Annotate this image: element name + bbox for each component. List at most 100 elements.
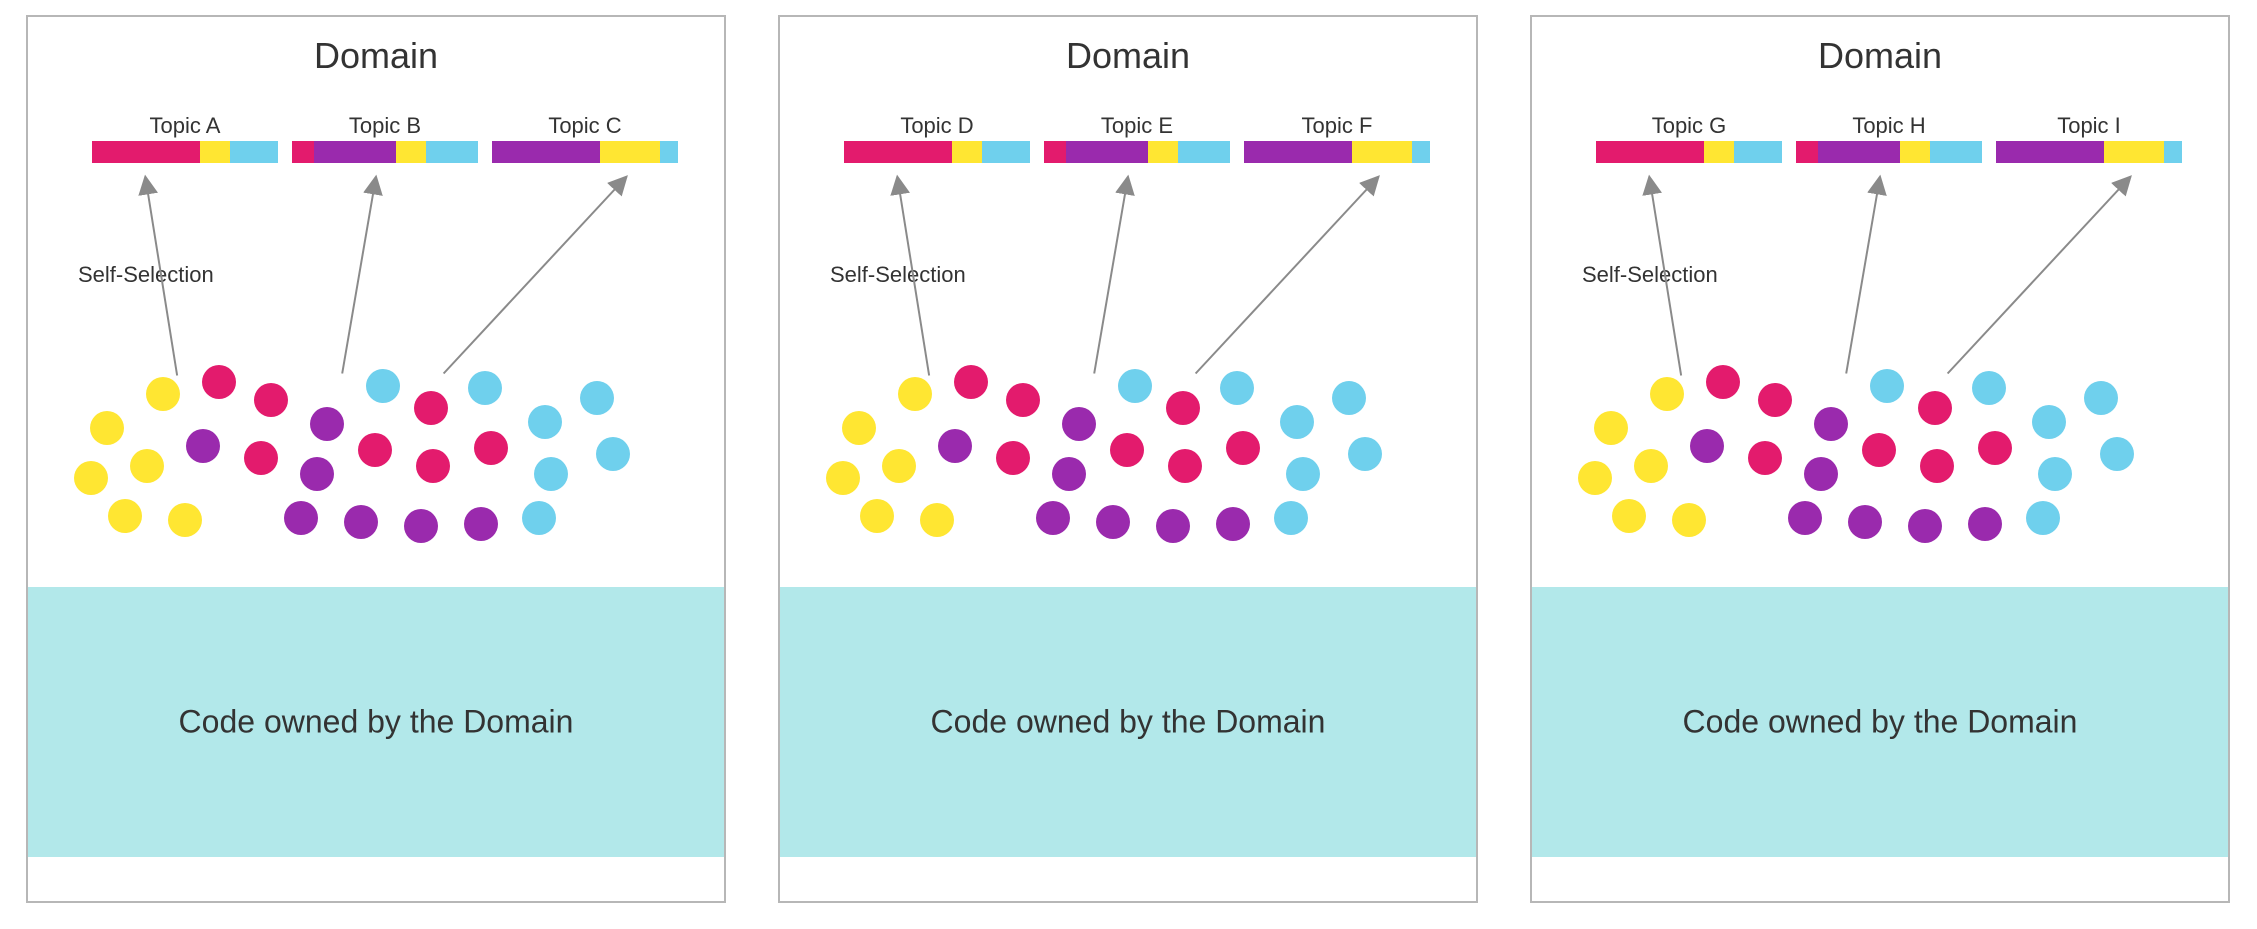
- bar-segment: [1900, 141, 1930, 163]
- arrow-icon: [1948, 177, 2131, 374]
- person-dot: [1274, 501, 1308, 535]
- person-dot: [1096, 505, 1130, 539]
- topic-bar: [92, 141, 278, 163]
- person-dot: [1594, 411, 1628, 445]
- person-dot: [1280, 405, 1314, 439]
- domain-title: Domain: [780, 35, 1476, 77]
- person-dot: [920, 503, 954, 537]
- topic-row: Topic ATopic BTopic C: [28, 113, 724, 173]
- bar-segment: [2104, 141, 2164, 163]
- bar-segment: [1704, 141, 1734, 163]
- domain-panel: DomainTopic GTopic HTopic ISelf-Selectio…: [1530, 15, 2230, 903]
- person-dot: [284, 501, 318, 535]
- bar-segment: [492, 141, 600, 163]
- person-dot: [860, 499, 894, 533]
- people-dots: [68, 359, 688, 559]
- bar-segment: [1796, 141, 1818, 163]
- person-dot: [1006, 383, 1040, 417]
- bar-segment: [1148, 141, 1178, 163]
- topic-bar: [1596, 141, 1782, 163]
- code-band: Code owned by the Domain: [780, 587, 1476, 857]
- person-dot: [74, 461, 108, 495]
- person-dot: [826, 461, 860, 495]
- person-dot: [1978, 431, 2012, 465]
- code-band-label: Code owned by the Domain: [1683, 704, 2078, 741]
- person-dot: [1706, 365, 1740, 399]
- person-dot: [1968, 507, 2002, 541]
- person-dot: [1848, 505, 1882, 539]
- person-dot: [1286, 457, 1320, 491]
- bar-segment: [1596, 141, 1704, 163]
- topic-row: Topic G Topic H Topic I: [1532, 113, 2228, 173]
- bar-segment: [2164, 141, 2182, 163]
- topic-bar: [844, 141, 1030, 163]
- topic-bar: [1044, 141, 1230, 163]
- person-dot: [366, 369, 400, 403]
- person-dot: [898, 377, 932, 411]
- topic-label: Topic A: [92, 113, 278, 141]
- person-dot: [310, 407, 344, 441]
- bar-segment: [952, 141, 982, 163]
- person-dot: [2084, 381, 2118, 415]
- person-dot: [344, 505, 378, 539]
- person-dot: [938, 429, 972, 463]
- person-dot: [1110, 433, 1144, 467]
- bar-segment: [314, 141, 396, 163]
- bar-segment: [660, 141, 678, 163]
- person-dot: [882, 449, 916, 483]
- topic: Topic H: [1796, 113, 1982, 163]
- topic-bar: [1996, 141, 2182, 163]
- arrow-icon: [1196, 177, 1379, 374]
- bar-segment: [1996, 141, 2104, 163]
- bar-segment: [1930, 141, 1982, 163]
- arrow-icon: [444, 177, 627, 374]
- person-dot: [254, 383, 288, 417]
- people-dots: [1572, 359, 2192, 559]
- person-dot: [202, 365, 236, 399]
- topic-label: Topic F: [1244, 113, 1430, 141]
- code-band-label: Code owned by the Domain: [931, 704, 1326, 741]
- arrow-icon: [1846, 177, 1880, 374]
- person-dot: [464, 507, 498, 541]
- topic-label: Topic B: [292, 113, 478, 141]
- person-dot: [414, 391, 448, 425]
- topic: Topic A: [92, 113, 278, 163]
- topic: Topic I: [1996, 113, 2182, 163]
- topic-label: Topic D: [844, 113, 1030, 141]
- person-dot: [404, 509, 438, 543]
- person-dot: [596, 437, 630, 471]
- arrow-icon: [342, 177, 376, 374]
- person-dot: [1748, 441, 1782, 475]
- person-dot: [1650, 377, 1684, 411]
- person-dot: [1166, 391, 1200, 425]
- person-dot: [90, 411, 124, 445]
- person-dot: [842, 411, 876, 445]
- topic-label: Topic G: [1596, 113, 1782, 141]
- bar-segment: [844, 141, 952, 163]
- person-dot: [528, 405, 562, 439]
- people-dots: [820, 359, 1440, 559]
- bar-segment: [200, 141, 230, 163]
- person-dot: [130, 449, 164, 483]
- person-dot: [1972, 371, 2006, 405]
- topic: Topic G: [1596, 113, 1782, 163]
- bar-segment: [1734, 141, 1782, 163]
- person-dot: [108, 499, 142, 533]
- person-dot: [1118, 369, 1152, 403]
- bar-segment: [982, 141, 1030, 163]
- person-dot: [474, 431, 508, 465]
- person-dot: [1332, 381, 1366, 415]
- topic: Topic D: [844, 113, 1030, 163]
- person-dot: [1220, 371, 1254, 405]
- topic-label: Topic E: [1044, 113, 1230, 141]
- bar-segment: [1352, 141, 1412, 163]
- topic-bar: [292, 141, 478, 163]
- person-dot: [2038, 457, 2072, 491]
- person-dot: [1908, 509, 1942, 543]
- topic-bar: [1796, 141, 1982, 163]
- person-dot: [468, 371, 502, 405]
- person-dot: [1612, 499, 1646, 533]
- domain-panel: DomainTopic ATopic BTopic CSelf-Selectio…: [26, 15, 726, 903]
- person-dot: [358, 433, 392, 467]
- person-dot: [1156, 509, 1190, 543]
